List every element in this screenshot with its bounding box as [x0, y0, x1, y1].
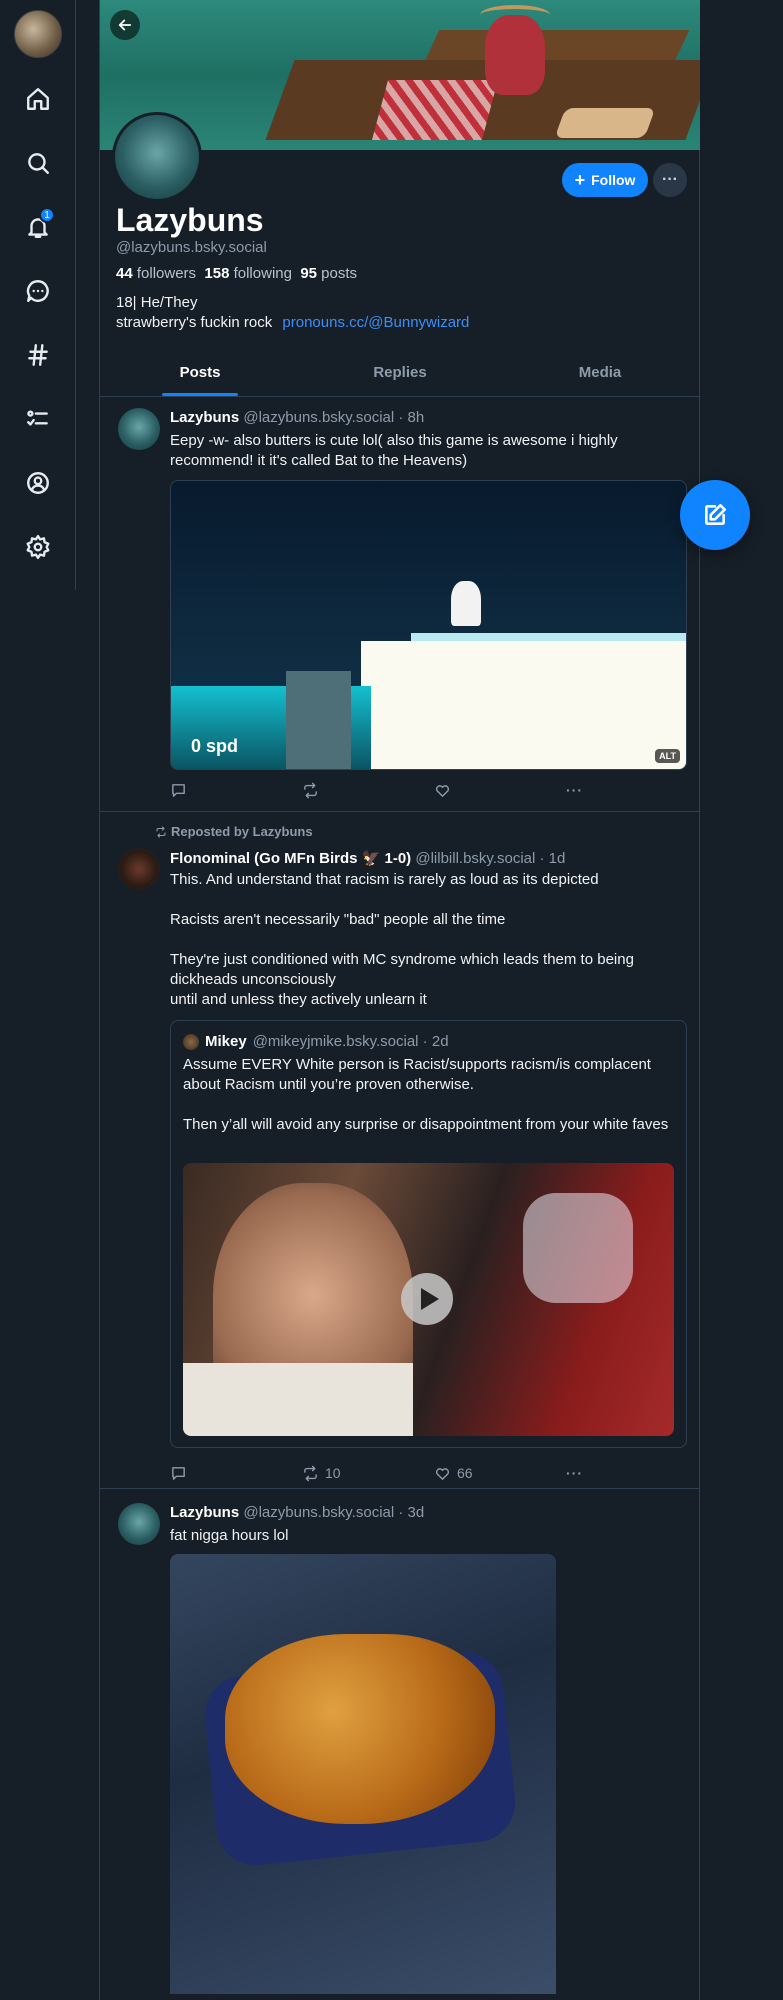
profile-avatar[interactable]: [112, 112, 202, 202]
posts-label: posts: [321, 265, 358, 282]
post-actions: 10 66 ···: [170, 1463, 590, 1483]
post-avatar[interactable]: [118, 408, 160, 450]
bio-text: strawberry's fuckin rock: [116, 314, 273, 331]
tab-replies[interactable]: Replies: [300, 352, 500, 396]
quote-avatar: [183, 1033, 199, 1050]
bio-line-1: 18| He/They: [116, 294, 198, 311]
repost-label: Reposted by Lazybuns: [155, 824, 313, 839]
post-avatar[interactable]: [118, 848, 160, 890]
gear-icon[interactable]: [22, 531, 54, 563]
post-actions: ···: [170, 780, 590, 800]
profile-icon[interactable]: [22, 467, 54, 499]
like-button[interactable]: [434, 780, 566, 800]
quote-video[interactable]: [183, 1163, 674, 1436]
post-handle: @lilbill.bsky.social · 1d: [415, 850, 566, 867]
post-text: fat nigga hours lol: [170, 1527, 289, 1544]
post-author[interactable]: Lazybuns: [170, 409, 239, 426]
follow-label: Follow: [591, 172, 636, 188]
repost-label-text[interactable]: Reposted by Lazybuns: [171, 824, 313, 839]
compose-icon: [705, 503, 727, 525]
game-speed-text: 0 spd: [191, 736, 239, 756]
post-header: Lazybuns @lazybuns.bsky.social · 8h: [170, 409, 424, 426]
follow-button[interactable]: + Follow: [562, 163, 648, 197]
post-image[interactable]: 0 spd ALT: [170, 480, 687, 770]
post-handle: @lazybuns.bsky.social · 3d: [243, 1504, 425, 1521]
repost-button[interactable]: [302, 780, 434, 800]
post-item[interactable]: Lazybuns @lazybuns.bsky.social · 3d fat …: [100, 1489, 700, 2000]
compose-button[interactable]: [680, 480, 750, 550]
post-item[interactable]: Lazybuns @lazybuns.bsky.social · 8h Eepy…: [100, 397, 700, 812]
following-label[interactable]: following: [234, 265, 292, 282]
plus-icon: +: [574, 170, 586, 190]
repost-count: 10: [325, 1465, 341, 1481]
tab-posts[interactable]: Posts: [100, 352, 300, 396]
profile-handle: @lazybuns.bsky.social: [116, 239, 267, 256]
post-handle: @lazybuns.bsky.social · 8h: [243, 409, 425, 426]
post-more-button[interactable]: ···: [566, 1463, 583, 1483]
repost-icon: [304, 1465, 317, 1481]
comment-icon: [172, 783, 185, 797]
tab-media[interactable]: Media: [500, 352, 700, 396]
bio-line-2: strawberry's fuckin rock pronouns.cc/@Bu…: [116, 314, 469, 331]
bell-icon[interactable]: 1: [22, 207, 55, 243]
profile-tabs: Posts Replies Media: [100, 352, 700, 397]
like-count: 66: [457, 1465, 473, 1481]
reply-button[interactable]: [170, 780, 302, 800]
nav-rail: 1: [0, 0, 76, 590]
quote-text: Assume EVERY White person is Racist/supp…: [183, 1056, 669, 1133]
display-name: Lazybuns: [116, 202, 264, 238]
quote-header: Mikey @mikeyjmike.bsky.social · 2d: [183, 1033, 449, 1050]
following-count[interactable]: 158: [204, 265, 229, 282]
profile-column: + Follow ··· Lazybuns @lazybuns.bsky.soc…: [99, 0, 700, 2000]
alt-badge[interactable]: ALT: [655, 749, 680, 763]
heart-icon: [435, 1467, 450, 1480]
search-icon[interactable]: [22, 147, 54, 179]
post-image[interactable]: [170, 1554, 556, 1994]
post-header: Lazybuns @lazybuns.bsky.social · 3d: [170, 1504, 424, 1521]
heart-icon: [435, 784, 450, 797]
arrow-left-icon: [118, 19, 132, 31]
quote-post[interactable]: Mikey @mikeyjmike.bsky.social · 2d Assum…: [170, 1020, 687, 1448]
my-avatar[interactable]: [14, 10, 62, 58]
post-author[interactable]: Lazybuns: [170, 1504, 239, 1521]
reply-button[interactable]: [170, 1463, 302, 1483]
quote-handle: @mikeyjmike.bsky.social · 2d: [252, 1033, 449, 1050]
notification-badge: 1: [39, 207, 55, 223]
play-icon[interactable]: [401, 1273, 453, 1325]
repost-button[interactable]: 10: [302, 1463, 434, 1483]
post-header: Flonominal (Go MFn Birds 🦅 1-0) @lilbill…: [170, 849, 565, 867]
back-button[interactable]: [110, 10, 140, 40]
chat-icon[interactable]: [22, 275, 54, 307]
profile-more-button[interactable]: ···: [653, 163, 687, 197]
post-author[interactable]: Flonominal (Go MFn Birds 🦅 1-0): [170, 850, 411, 867]
comment-icon: [172, 1466, 185, 1480]
post-more-button[interactable]: ···: [566, 780, 583, 800]
list-icon[interactable]: [22, 403, 54, 435]
bio-link[interactable]: pronouns.cc/@Bunnywizard: [282, 314, 469, 331]
posts-count: 95: [300, 265, 317, 282]
post-text: Eepy -w- also butters is cute lol( also …: [170, 432, 622, 469]
post-item[interactable]: Reposted by Lazybuns Flonominal (Go MFn …: [100, 812, 700, 1489]
post-text: This. And understand that racism is rare…: [170, 871, 634, 1008]
repost-icon: [304, 782, 317, 798]
repost-icon: [156, 825, 166, 838]
quote-author: Mikey: [205, 1033, 247, 1050]
home-icon[interactable]: [22, 83, 54, 115]
followers-label[interactable]: followers: [137, 265, 196, 282]
followers-count[interactable]: 44: [116, 265, 133, 282]
profile-stats: 44 followers 158 following 95 posts: [116, 265, 357, 282]
like-button[interactable]: 66: [434, 1463, 566, 1483]
hashtag-icon[interactable]: [22, 339, 54, 371]
post-avatar[interactable]: [118, 1503, 160, 1545]
